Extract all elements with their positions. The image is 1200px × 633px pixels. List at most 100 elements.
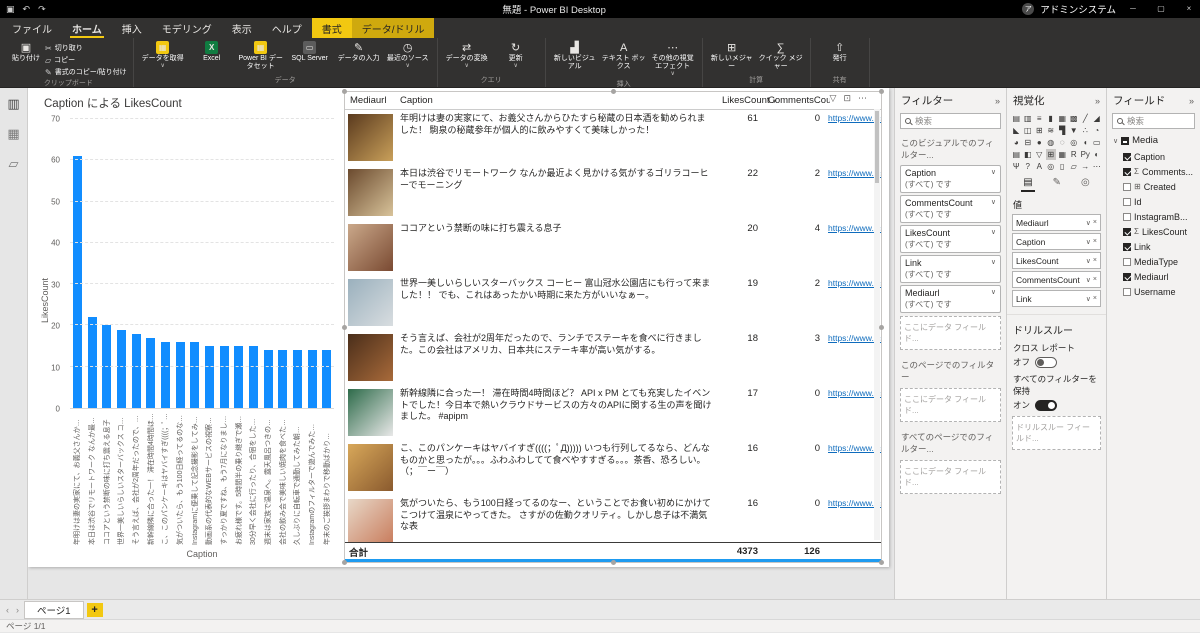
report-canvas[interactable]: Caption による LikesCount LikesCount 010203…: [28, 88, 894, 599]
bar[interactable]: [117, 330, 126, 408]
viz-icon-line-chart[interactable]: ╱: [1080, 113, 1091, 124]
bar[interactable]: [234, 346, 243, 408]
viz-icon-get-more-visuals[interactable]: ⋯: [1092, 161, 1103, 172]
viz-icon-map[interactable]: ●: [1034, 137, 1045, 148]
model-view-icon[interactable]: ▱: [9, 156, 19, 172]
ribbon-tab-4[interactable]: モデリング: [152, 18, 222, 38]
close-button[interactable]: ×: [1178, 0, 1200, 18]
field-well[interactable]: LikesCount∨×: [1012, 252, 1101, 269]
bar[interactable]: [293, 350, 302, 408]
table-checkbox[interactable]: [1121, 137, 1129, 145]
filters-search-input[interactable]: 検索: [900, 113, 1001, 129]
bar[interactable]: [249, 346, 258, 408]
column-header-mediaurl[interactable]: Mediaurl: [345, 92, 395, 109]
viz-icon-100-stacked-bar-chart[interactable]: ▦: [1057, 113, 1068, 124]
refresh-button[interactable]: ↻更新∨: [493, 41, 539, 70]
field-well[interactable]: Caption∨×: [1012, 233, 1101, 250]
link-cell[interactable]: https://www.instagram.com/p: [825, 330, 881, 385]
field-checkbox[interactable]: [1123, 183, 1131, 191]
next-page-arrow-icon[interactable]: ›: [14, 605, 21, 615]
undo-icon[interactable]: ↶: [23, 4, 31, 15]
resize-handle[interactable]: [879, 89, 884, 94]
bar[interactable]: [264, 350, 273, 408]
viz-icon-shape-map[interactable]: ◌: [1057, 137, 1068, 148]
fields-tab-icon[interactable]: ▤: [1021, 177, 1034, 192]
viz-icon-clustered-column-chart[interactable]: ▮: [1046, 113, 1057, 124]
filter-drop-area[interactable]: ここにデータ フィールド...: [900, 460, 1001, 494]
field-checkbox[interactable]: [1123, 213, 1131, 221]
bar[interactable]: [322, 350, 331, 408]
viz-icon-donut-chart[interactable]: ◕: [1011, 137, 1022, 148]
bar-chart-visual[interactable]: Caption による LikesCount LikesCount 010203…: [36, 91, 342, 561]
more-visuals-button[interactable]: ⋯その他の視覚エフェクト∨: [650, 41, 696, 78]
text-box-button[interactable]: Aテキスト ボックス: [601, 41, 647, 71]
field-well[interactable]: CommentsCount∨×: [1012, 271, 1101, 288]
table-row[interactable]: 世界一美しいらしいスターバックス コーヒー 富山冠水公園店にも行って来ました！！…: [345, 275, 881, 330]
viz-icon-python-visual[interactable]: Py: [1080, 149, 1091, 160]
resize-handle[interactable]: [342, 560, 347, 565]
resize-handle[interactable]: [611, 560, 616, 565]
table-row[interactable]: こ、このパンケーキはヤバイすぎ((((；ﾟД))))) いつも行列してるなら、ど…: [345, 440, 881, 495]
viz-icon-scatter-chart[interactable]: ∴: [1080, 125, 1091, 136]
viz-icon-stacked-column-chart[interactable]: ▥: [1023, 113, 1034, 124]
field-well[interactable]: Mediaurl∨×: [1012, 214, 1101, 231]
field-item[interactable]: Caption: [1107, 149, 1200, 164]
field-item[interactable]: ΣComments...: [1107, 164, 1200, 179]
previous-page-arrow-icon[interactable]: ‹: [4, 605, 11, 615]
collapse-pane-icon[interactable]: »: [1095, 96, 1100, 106]
excel-button[interactable]: XExcel: [189, 41, 235, 63]
remove-icon[interactable]: ×: [1093, 276, 1097, 283]
remove-icon[interactable]: ×: [1093, 257, 1097, 264]
viz-icon-paginated-report[interactable]: ▯: [1057, 161, 1068, 172]
viz-icon-card[interactable]: ▭: [1092, 137, 1103, 148]
minimize-button[interactable]: ─: [1122, 0, 1144, 18]
enter-data-button[interactable]: ✎データの入力: [336, 41, 382, 63]
field-checkbox[interactable]: [1123, 258, 1131, 266]
bar[interactable]: [220, 346, 229, 408]
bar[interactable]: [146, 338, 155, 408]
keep-all-filters-toggle[interactable]: [1035, 400, 1057, 411]
field-item[interactable]: Mediaurl: [1107, 269, 1200, 284]
collapse-pane-icon[interactable]: »: [995, 96, 1000, 106]
publish-button[interactable]: ⇧発行: [817, 41, 863, 63]
format-painter-button[interactable]: ✎書式のコピー/貼り付け: [45, 67, 127, 77]
viz-icon-kpi[interactable]: ◧: [1023, 149, 1034, 160]
remove-icon[interactable]: ×: [1093, 238, 1097, 245]
analytics-tab-icon[interactable]: ◎: [1079, 177, 1092, 192]
remove-icon[interactable]: ×: [1093, 219, 1097, 226]
viz-icon-key-influencers[interactable]: ◐: [1092, 149, 1103, 160]
viz-icon-100-stacked-column-chart[interactable]: ▩: [1069, 113, 1080, 124]
paste-button[interactable]: ▣ 貼り付け: [10, 41, 42, 63]
viz-icon-ribbon-chart[interactable]: ≋: [1046, 125, 1057, 136]
link-cell[interactable]: https://www.instagram.com/p: [825, 385, 881, 440]
field-item[interactable]: MediaType: [1107, 254, 1200, 269]
viz-icon-table[interactable]: ⊞: [1046, 149, 1057, 160]
table-row[interactable]: 気がついたら、もう100日経ってるのなー、ということでお食い初めにかけてこつけて…: [345, 495, 881, 542]
field-checkbox[interactable]: [1123, 288, 1131, 296]
table-row[interactable]: 本日は渋谷でリモートワーク なんか最近よく見かける気がするゴリラコーヒーでモーニ…: [345, 165, 881, 220]
new-measure-button[interactable]: ⊞新しいメジャー: [709, 41, 755, 71]
viz-icon-line-and-clustered-column-chart[interactable]: ⊞: [1034, 125, 1045, 136]
table-node-media[interactable]: ∨ Media: [1107, 131, 1200, 149]
viz-icon-pie-chart[interactable]: ◔: [1092, 125, 1103, 136]
chevron-down-icon[interactable]: ∨: [1113, 137, 1118, 145]
viz-icon-smart-narrative[interactable]: A: [1034, 161, 1045, 172]
ribbon-tab-8[interactable]: データ/ドリル: [352, 18, 435, 38]
viz-icon-metrics[interactable]: ◎: [1046, 161, 1057, 172]
resize-handle[interactable]: [342, 325, 347, 330]
table-visual[interactable]: ▽ ⊡ ⋯ MediaurlCaptionLikesCount▼Comments…: [344, 91, 882, 563]
link-cell[interactable]: https://www.instagram.com/p: [825, 110, 881, 165]
viz-icon-gauge[interactable]: ◖: [1080, 137, 1091, 148]
field-item[interactable]: ⊞Created: [1107, 179, 1200, 194]
field-checkbox[interactable]: [1123, 153, 1131, 161]
resize-handle[interactable]: [879, 325, 884, 330]
page-tab[interactable]: ページ1: [24, 601, 84, 619]
viz-icon-azure-map[interactable]: ◎: [1069, 137, 1080, 148]
viz-icon-line-and-stacked-column-chart[interactable]: ◫: [1023, 125, 1034, 136]
power-bi-datasets-button[interactable]: ▦Power BI データセット: [238, 41, 284, 71]
recent-sources-button[interactable]: ◷最近のソース∨: [385, 41, 431, 70]
account-avatar[interactable]: ア: [1022, 3, 1034, 15]
field-item[interactable]: Id: [1107, 194, 1200, 209]
new-visual-button[interactable]: ▟新しいビジュアル: [552, 41, 598, 71]
field-checkbox[interactable]: [1123, 243, 1131, 251]
